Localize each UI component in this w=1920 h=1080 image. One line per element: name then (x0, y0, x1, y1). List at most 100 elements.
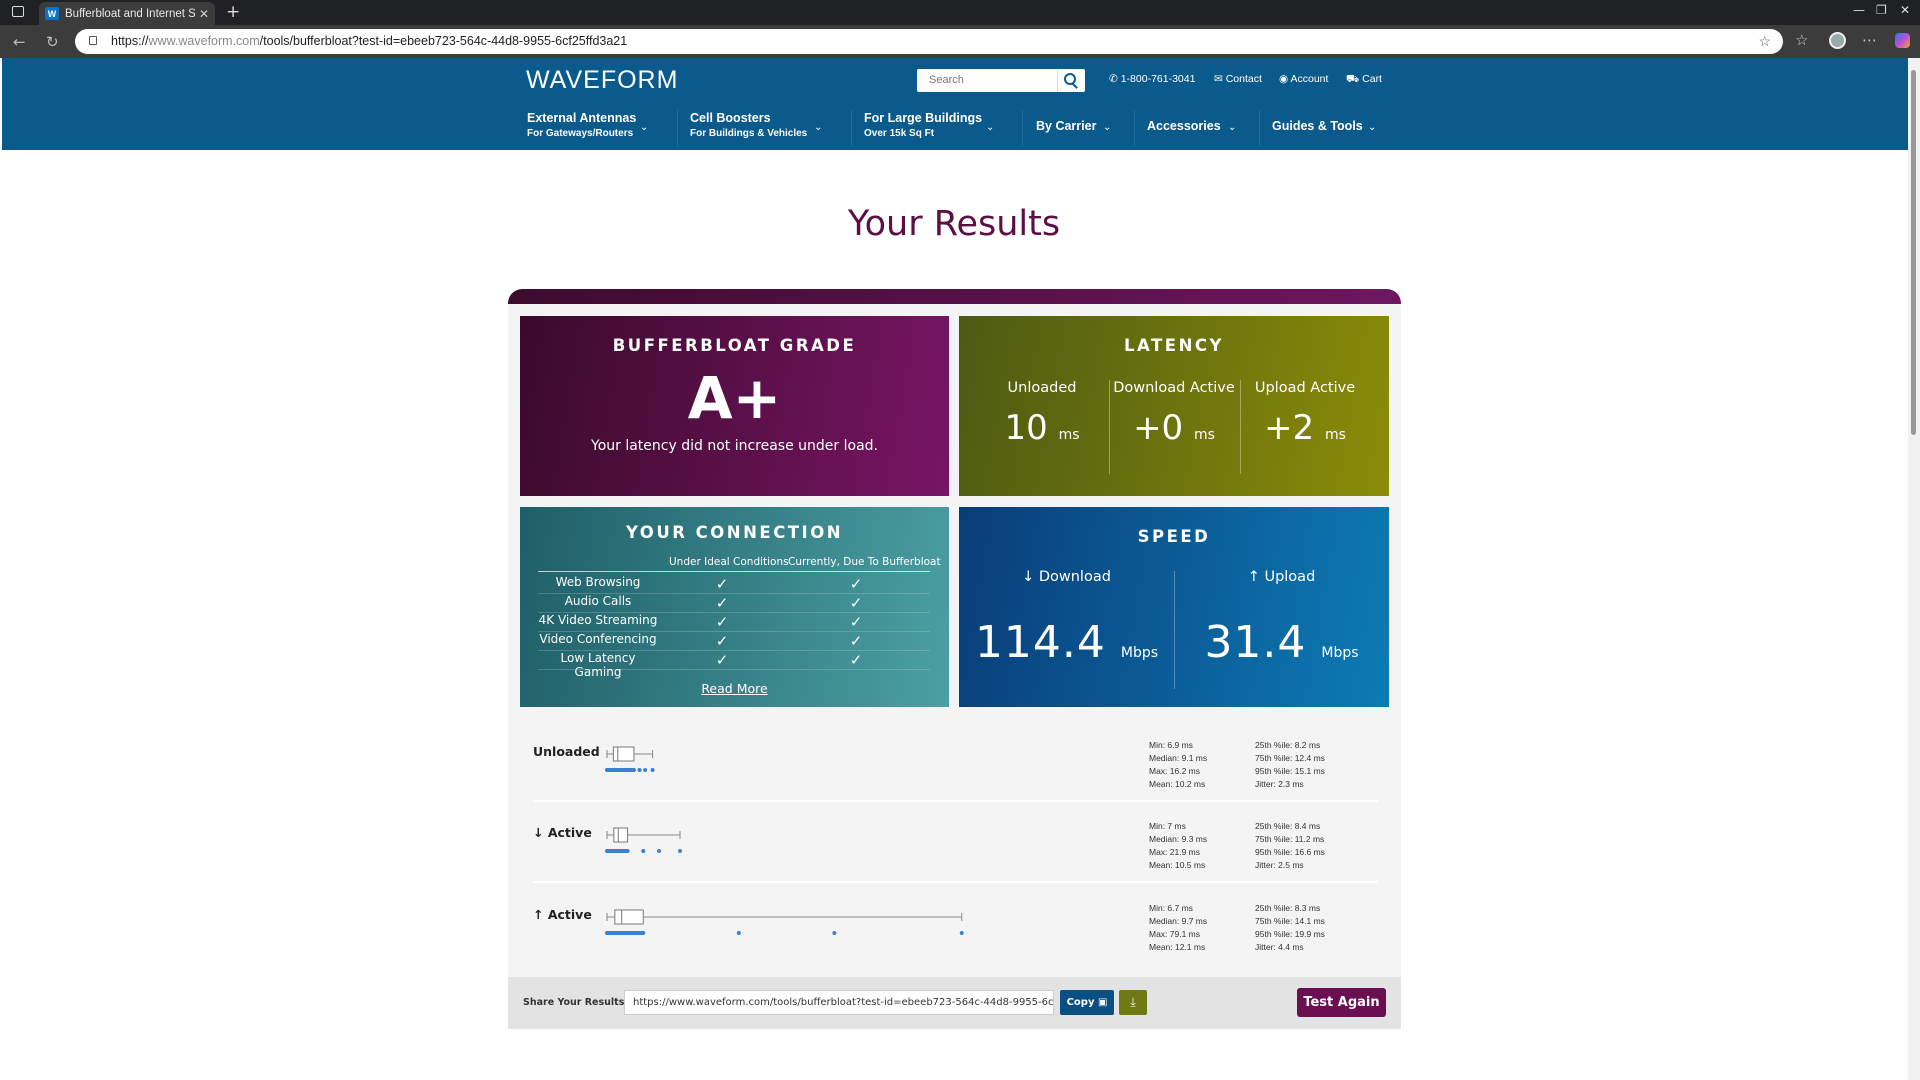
phone-number: 1-800-761-3041 (1120, 73, 1196, 85)
chevron-down-icon[interactable]: ⌄ (1228, 122, 1236, 133)
stat-line: Median: 9.7 ms (1149, 916, 1208, 926)
read-more-link[interactable]: Read More (520, 681, 949, 696)
phone-link[interactable]: ✆ 1-800-761-3041 (1109, 73, 1195, 85)
menu-external-antennas[interactable]: External Antennas For Gateways/Routers (527, 111, 636, 139)
latency-unloaded: Unloaded 10 ms (977, 380, 1107, 448)
menu-cell-boosters[interactable]: Cell Boosters For Buildings & Vehicles (690, 111, 807, 139)
download-value: 114.4 (974, 617, 1106, 668)
stat-line: Min: 6.9 ms (1149, 740, 1193, 750)
profile-avatar[interactable] (1829, 32, 1846, 49)
tab-actions-icon[interactable] (12, 6, 24, 17)
browser-tab[interactable]: W Bufferbloat and Internet Speed Test ✕ (39, 2, 215, 25)
connection-row-label: Web Browsing (555, 575, 641, 589)
stat-line: 25th %ile: 8.4 ms (1255, 821, 1321, 831)
stat-line: Max: 79.1 ms (1149, 929, 1201, 939)
contact-link[interactable]: ✉ Contact (1214, 73, 1262, 85)
cart-label: Cart (1362, 73, 1382, 85)
menu-label: Guides & Tools (1272, 119, 1363, 133)
account-link[interactable]: ◉ Account (1279, 73, 1328, 85)
chevron-down-icon[interactable]: ⌄ (986, 122, 994, 133)
minimize-icon[interactable]: — (1853, 3, 1865, 17)
test-again-button[interactable]: Test Again (1297, 988, 1386, 1017)
copilot-icon[interactable] (1895, 33, 1910, 48)
row-divider (533, 800, 1378, 802)
phone-icon: ✆ (1109, 73, 1121, 85)
stat-line: Jitter: 4.4 ms (1255, 942, 1304, 952)
stat-line: 95th %ile: 15.1 ms (1255, 766, 1325, 776)
chevron-down-icon[interactable]: ⌄ (1103, 122, 1111, 133)
bufferbloat-grade-card: BUFFERBLOAT GRADE A+ Your latency did no… (520, 316, 949, 496)
menu-sublabel: For Buildings & Vehicles (690, 128, 808, 139)
stat-line: 75th %ile: 12.4 ms (1255, 753, 1325, 763)
stat-line: Max: 21.9 ms (1149, 847, 1201, 857)
grade-description: Your latency did not increase under load… (591, 438, 878, 454)
menu-label: By Carrier (1036, 119, 1097, 133)
connection-row-label: Video Conferencing (539, 632, 657, 646)
connection-row: Video Conferencing ✓ ✓ (538, 632, 930, 651)
stat-line: Min: 7 ms (1149, 821, 1186, 831)
close-tab-icon[interactable]: ✕ (199, 7, 209, 21)
boxplot-download-active (605, 827, 683, 853)
checkmark-icon: ✓ (849, 613, 863, 631)
page-scrollbar[interactable] (1908, 58, 1920, 1080)
download-speed: ↓ Download 114.4 Mbps (959, 569, 1174, 668)
favorites-icon[interactable]: ☆ (1795, 31, 1808, 49)
cart-link[interactable]: ⛟ Cart (1346, 73, 1382, 87)
boxplot-upload-active (605, 909, 964, 935)
menu-label: Cell Boosters (690, 111, 771, 125)
connection-row: Low Latency Gaming ✓ ✓ (538, 651, 930, 679)
latency-value: 10 (1004, 408, 1048, 448)
tab-title: Bufferbloat and Internet Speed Test (65, 7, 195, 20)
chevron-down-icon[interactable]: ⌄ (814, 122, 822, 133)
stat-line: 25th %ile: 8.2 ms (1255, 740, 1321, 750)
row-divider (533, 881, 1378, 883)
connection-row: Web Browsing ✓ ✓ (538, 575, 930, 594)
sample-point (641, 849, 646, 853)
latency-unit: ms (1058, 427, 1080, 443)
latency-label: Unloaded (1007, 380, 1077, 396)
connection-row-label: Audio Calls (564, 594, 632, 608)
stats-left: Min: 6.7 ms Median: 9.7 ms Max: 79.1 ms Mea… (1149, 902, 1207, 954)
menu-label: External Antennas (527, 111, 637, 125)
latency-value: +2 (1264, 408, 1315, 448)
account-icon: ◉ (1279, 73, 1291, 85)
stat-line: Median: 9.3 ms (1149, 834, 1208, 844)
url-field[interactable]: https://www.waveform.com/tools/bufferblo… (75, 29, 1783, 54)
new-tab-icon[interactable]: + (226, 2, 240, 22)
bookmark-star-icon[interactable]: ☆ (1758, 29, 1771, 54)
menu-divider (677, 110, 678, 146)
waveform-logo[interactable]: WAVEFORM (526, 66, 678, 95)
row-name: ↑ Active (533, 907, 592, 922)
latency-row-download-active: ↓ Active Min: 7 ms Median: 9.3 ms Max: 21.… (533, 821, 1378, 885)
share-url-field[interactable]: https://www.waveform.com/tools/bufferblo… (624, 990, 1054, 1015)
cart-icon: ⛟ (1346, 73, 1363, 85)
back-icon[interactable]: ← (13, 33, 26, 51)
scrollbar-thumb[interactable] (1911, 70, 1916, 435)
restore-icon[interactable]: ❐ (1876, 3, 1887, 17)
download-icon[interactable]: ⤓ (1119, 990, 1147, 1015)
search-icon[interactable] (1057, 69, 1083, 92)
menu-large-buildings[interactable]: For Large Buildings Over 15k Sq Ft (864, 111, 982, 139)
checkmark-icon: ✓ (715, 651, 729, 669)
chevron-down-icon[interactable]: ⌄ (640, 122, 648, 133)
url-host: www.waveform.com (148, 34, 260, 48)
menu-accessories[interactable]: Accessories (1147, 119, 1221, 133)
sample-point (736, 931, 741, 935)
menu-by-carrier[interactable]: By Carrier (1036, 119, 1096, 133)
latency-unit: ms (1194, 427, 1215, 443)
reload-icon[interactable]: ↻ (46, 33, 59, 51)
checkmark-icon: ✓ (849, 594, 863, 612)
stat-line: Min: 6.7 ms (1149, 903, 1193, 913)
menu-guides-tools[interactable]: Guides & Tools (1272, 119, 1363, 133)
close-window-icon[interactable]: ✕ (1900, 3, 1910, 17)
copy-button[interactable]: Copy ▣ (1060, 990, 1114, 1015)
more-menu-icon[interactable]: ⋯ (1862, 31, 1877, 49)
stat-line: 25th %ile: 8.3 ms (1255, 903, 1321, 913)
sample-point (959, 931, 964, 935)
connection-header-rule (538, 571, 930, 572)
lock-icon[interactable] (89, 36, 97, 45)
speed-title: SPEED (1137, 527, 1211, 546)
results-panel: BUFFERBLOAT GRADE A+ Your latency did no… (508, 289, 1401, 1029)
chevron-down-icon[interactable]: ⌄ (1368, 122, 1376, 133)
row-name: Unloaded (533, 744, 600, 759)
